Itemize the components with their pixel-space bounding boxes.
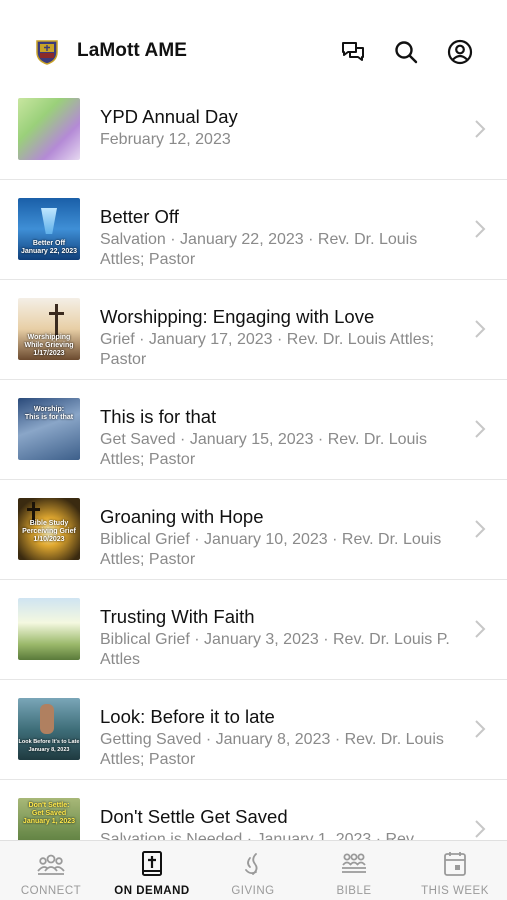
item-title: Better Off	[100, 206, 179, 227]
item-title: Worshipping: Engaging with Love	[100, 306, 375, 327]
chat-button[interactable]	[339, 38, 367, 66]
tab-label: THIS WEEK	[421, 885, 489, 897]
item-title: Look: Before it to late	[100, 706, 275, 727]
thumb-caption: Don't Settle: Get Saved January 1, 2023	[22, 802, 76, 825]
tab-label: BIBLE	[336, 885, 372, 897]
chevron-right-icon	[473, 118, 487, 140]
chevron-right-icon	[473, 618, 487, 640]
sermon-thumbnail	[18, 98, 80, 160]
chevron-right-icon	[473, 418, 487, 440]
list-item[interactable]: Worshipping While Grieving 1/17/2023 Worsh…	[0, 280, 507, 380]
sermon-thumbnail: Worship: This is for that	[18, 398, 80, 460]
item-title: YPD Annual Day	[100, 106, 238, 127]
app-title: LaMott AME	[77, 40, 188, 61]
sermon-thumbnail: Better Off January 22, 2023	[18, 198, 80, 260]
profile-button[interactable]	[446, 38, 474, 66]
tab-label: GIVING	[231, 885, 275, 897]
tab-this-week[interactable]: THIS WEEK	[405, 841, 505, 900]
sermon-thumbnail: Look Before It's to Late January 8, 2023	[18, 698, 80, 760]
calendar-icon	[440, 850, 470, 878]
tab-label: ON DEMAND	[114, 885, 190, 897]
thumb-caption: Worshipping While Grieving 1/17/2023	[24, 334, 74, 357]
list-item[interactable]: Trusting With Faith Biblical Grief · Jan…	[0, 580, 507, 680]
profile-icon	[447, 39, 473, 65]
giving-icon	[238, 850, 268, 878]
sermon-thumbnail: Worshipping While Grieving 1/17/2023	[18, 298, 80, 360]
item-subtitle: Grief · January 17, 2023 · Rev. Dr. Loui…	[100, 331, 435, 368]
church-logo	[36, 40, 58, 65]
item-subtitle: Salvation is Needed · January 1, 2023 · …	[100, 831, 418, 840]
sermon-list[interactable]: YPD Annual Day February 12, 2023 Better …	[0, 80, 507, 840]
chat-icon	[342, 42, 364, 61]
bottom-tab-bar: CONNECT ON DEMAND GIVING BIBLE THIS WEEK	[0, 840, 507, 900]
list-item[interactable]: Better Off January 22, 2023 Better Off Sa…	[0, 180, 507, 280]
item-subtitle: Salvation · January 22, 2023 · Rev. Dr. …	[100, 231, 418, 268]
thumb-caption: Bible Study Perceiving Grief 1/10/2023	[22, 520, 76, 543]
thumb-caption: Worship: This is for that	[24, 406, 74, 421]
tab-on-demand[interactable]: ON DEMAND	[102, 841, 202, 900]
item-subtitle: February 12, 2023	[100, 131, 231, 148]
list-item[interactable]: Look Before It's to Late January 8, 2023 …	[0, 680, 507, 780]
list-item[interactable]: Worship: This is for that This is for tha…	[0, 380, 507, 480]
chevron-right-icon	[473, 518, 487, 540]
item-subtitle: Biblical Grief · January 10, 2023 · Rev.…	[100, 531, 442, 568]
item-subtitle: Getting Saved · January 8, 2023 · Rev. D…	[100, 731, 444, 768]
item-title: Trusting With Faith	[100, 606, 255, 627]
item-subtitle: Biblical Grief · January 3, 2023 · Rev. …	[100, 631, 450, 668]
item-title: Don't Settle Get Saved	[100, 806, 288, 827]
chevron-right-icon	[473, 218, 487, 240]
people-icon	[36, 850, 66, 878]
search-icon	[395, 41, 418, 64]
chevron-right-icon	[473, 718, 487, 740]
tab-giving[interactable]: GIVING	[203, 841, 303, 900]
item-subtitle: Get Saved · January 15, 2023 · Rev. Dr. …	[100, 431, 427, 468]
group-icon	[339, 850, 369, 878]
list-item[interactable]: Don't Settle: Get Saved January 1, 2023 Do…	[0, 780, 507, 840]
sermon-thumbnail: Bible Study Perceiving Grief 1/10/2023	[18, 498, 80, 560]
thumb-caption: Look Before It's to Late January 8, 2023	[18, 739, 80, 753]
tab-label: CONNECT	[20, 885, 82, 897]
item-title: Groaning with Hope	[100, 506, 264, 527]
list-item[interactable]: Bible Study Perceiving Grief 1/10/2023 Gro…	[0, 480, 507, 580]
item-title: This is for that	[100, 406, 217, 427]
thumb-caption: Better Off January 22, 2023	[20, 240, 78, 255]
search-button[interactable]	[392, 38, 420, 66]
sermon-thumbnail: Don't Settle: Get Saved January 1, 2023	[18, 798, 80, 840]
sermon-thumbnail	[18, 598, 80, 660]
tab-connect[interactable]: CONNECT	[1, 841, 101, 900]
bible-cross-icon	[137, 850, 167, 878]
tab-bible[interactable]: BIBLE	[304, 841, 404, 900]
list-item[interactable]: YPD Annual Day February 12, 2023	[0, 80, 507, 180]
chevron-right-icon	[473, 318, 487, 340]
app-header: LaMott AME	[0, 0, 507, 92]
chevron-right-icon	[473, 818, 487, 840]
